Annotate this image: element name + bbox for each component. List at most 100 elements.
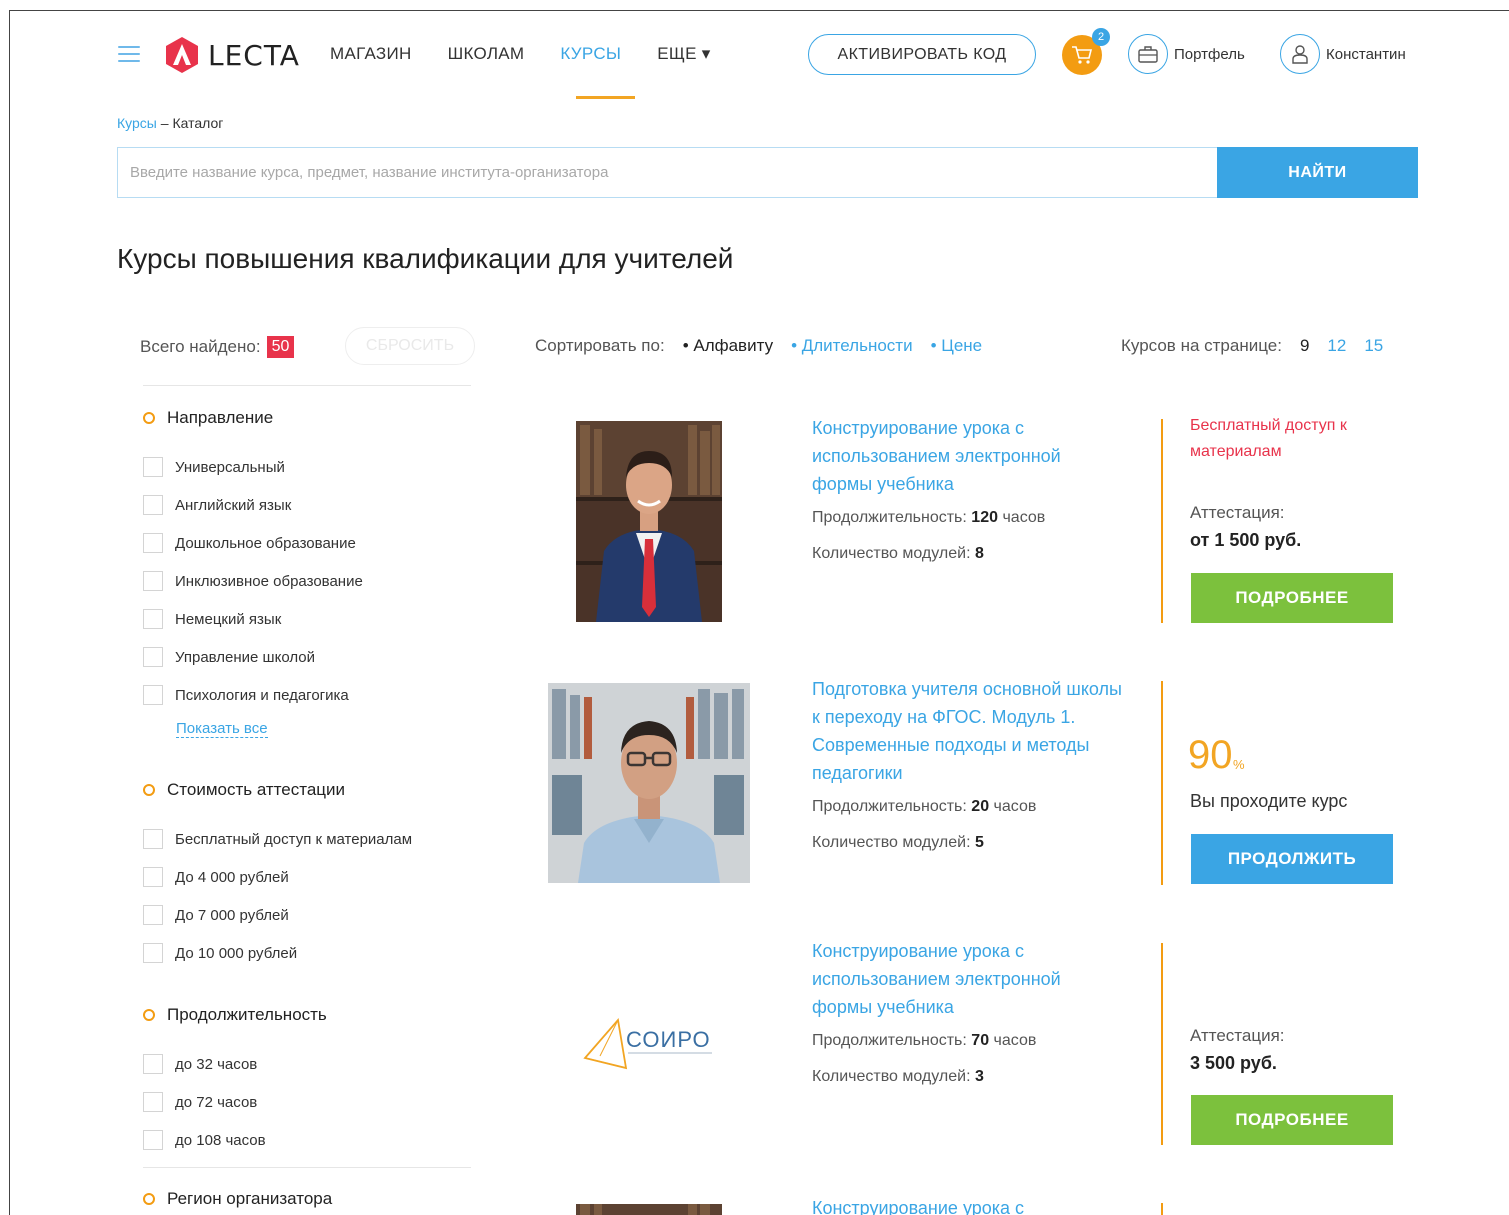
user-name: Константин (1326, 45, 1406, 63)
course-title[interactable]: Конструирование урока с использованием э… (812, 937, 1122, 1021)
checkbox[interactable] (143, 609, 163, 629)
filter-option[interactable]: Универсальный (143, 448, 363, 486)
filter-option[interactable]: Психология и педагогика (143, 676, 363, 714)
checkbox[interactable] (143, 1054, 163, 1074)
per-page-9[interactable]: 9 (1300, 336, 1309, 356)
filter-option-label: до 32 часов (175, 1055, 258, 1073)
duration-label: Продолжительность: (812, 1032, 967, 1049)
lecta-logo-icon (166, 37, 198, 73)
filter-option[interactable]: Дошкольное образование (143, 524, 363, 562)
search-button[interactable]: НАЙТИ (1217, 147, 1418, 198)
filter-direction: Направление Универсальный Английский язы… (143, 408, 363, 738)
activate-code-button[interactable]: АКТИВИРОВАТЬ КОД (808, 34, 1036, 75)
course-modules: Количество модулей: 3 (812, 1068, 984, 1086)
sidebar-divider (143, 385, 471, 386)
show-all-link[interactable]: Показать все (176, 720, 268, 738)
filter-option[interactable]: Английский язык (143, 486, 363, 524)
filter-option[interactable]: До 4 000 рублей (143, 858, 412, 896)
checkbox[interactable] (143, 943, 163, 963)
nav-active-indicator (576, 96, 635, 99)
course-image[interactable] (576, 1203, 722, 1215)
checkbox[interactable] (143, 867, 163, 887)
course-title[interactable]: Конструирование урока с (812, 1194, 1122, 1215)
course-duration: Продолжительность: 120 часов (812, 509, 1045, 527)
breadcrumb-separator: – (156, 115, 173, 131)
sort-duration[interactable]: • Длительности (791, 336, 913, 356)
modules-label: Количество модулей: (812, 545, 971, 562)
per-page-control: Курсов на странице: 9 12 15 (1121, 336, 1383, 356)
breadcrumb: Курсы – Каталог (117, 115, 223, 131)
filter-option[interactable]: Управление школой (143, 638, 363, 676)
filter-option-label: Дошкольное образование (175, 534, 356, 552)
filter-option-label: До 7 000 рублей (175, 906, 289, 924)
filter-option[interactable]: До 7 000 рублей (143, 896, 412, 934)
filter-direction-header: Направление (143, 408, 363, 428)
portfolio-label: Портфель (1174, 45, 1245, 63)
user-menu[interactable]: Константин (1280, 34, 1406, 74)
checkbox[interactable] (143, 1130, 163, 1150)
course-image[interactable] (548, 683, 750, 883)
filter-option[interactable]: до 72 часов (143, 1083, 327, 1121)
course-duration: Продолжительность: 70 часов (812, 1032, 1036, 1050)
attestation-price: от 1 500 руб. (1190, 530, 1302, 550)
checkbox[interactable] (143, 533, 163, 553)
cart-icon (1072, 46, 1093, 64)
card-divider (1161, 943, 1163, 1145)
reset-filters-button[interactable]: СБРОСИТЬ (345, 327, 475, 365)
checkbox[interactable] (143, 905, 163, 925)
checkbox[interactable] (143, 1092, 163, 1112)
course-modules: Количество модулей: 8 (812, 545, 984, 563)
continue-button[interactable]: ПРОДОЛЖИТЬ (1191, 834, 1393, 884)
attestation-price: 3 500 руб. (1190, 1053, 1277, 1073)
menu-icon[interactable] (118, 46, 140, 62)
nav-shop[interactable]: МАГАЗИН (330, 44, 412, 64)
free-access-label: Бесплатный доступ к материалам (1190, 417, 1347, 460)
filter-option[interactable]: до 108 часов (143, 1121, 327, 1159)
course-author-photo (576, 1204, 722, 1215)
per-page-15[interactable]: 15 (1364, 336, 1383, 356)
checkbox[interactable] (143, 685, 163, 705)
filter-option[interactable]: Немецкий язык (143, 600, 363, 638)
logo-text: LECTA (208, 38, 300, 72)
nav-schools[interactable]: ШКОЛАМ (448, 44, 525, 64)
details-button[interactable]: ПОДРОБНЕЕ (1191, 1095, 1393, 1145)
checkbox[interactable] (143, 571, 163, 591)
sort-alphabet[interactable]: • Алфавиту (683, 336, 773, 356)
nav-more[interactable]: ЕЩЕ ▾ (657, 44, 710, 64)
logo[interactable]: LECTA (164, 36, 300, 74)
nav-courses[interactable]: КУРСЫ (560, 44, 621, 64)
course-image[interactable]: СОИРО (580, 1008, 730, 1078)
filter-option[interactable]: Бесплатный доступ к материалам (143, 820, 412, 858)
course-title[interactable]: Конструирование урока с использованием э… (812, 414, 1122, 498)
cart-count-badge: 2 (1092, 28, 1110, 46)
course-image[interactable] (576, 421, 722, 622)
checkbox[interactable] (143, 457, 163, 477)
search-input[interactable] (117, 147, 1217, 198)
duration-label: Продолжительность: (812, 509, 967, 526)
course-author-photo (576, 421, 722, 622)
filter-direction-title: Направление (167, 408, 274, 427)
portfolio-link[interactable]: Портфель (1128, 34, 1245, 74)
filter-option[interactable]: Инклюзивное образование (143, 562, 363, 600)
checkbox[interactable] (143, 495, 163, 515)
main-nav: МАГАЗИН ШКОЛАМ КУРСЫ ЕЩЕ ▾ (330, 44, 747, 64)
filter-option-label: Инклюзивное образование (175, 572, 363, 590)
filter-option[interactable]: До 10 000 рублей (143, 934, 412, 972)
course-title[interactable]: Подготовка учителя основной школы к пере… (812, 675, 1122, 787)
filter-option-label: Бесплатный доступ к материалам (175, 830, 413, 848)
page-title: Курсы повышения квалификации для учителе… (117, 243, 734, 274)
filter-region-title: Регион организатора (167, 1189, 333, 1208)
filter-cost-title: Стоимость аттестации (167, 780, 346, 799)
modules-label: Количество модулей: (812, 834, 971, 851)
checkbox[interactable] (143, 647, 163, 667)
bullet-icon (143, 1009, 155, 1021)
attestation-label: Аттестация: (1190, 503, 1285, 522)
checkbox[interactable] (143, 829, 163, 849)
details-button[interactable]: ПОДРОБНЕЕ (1191, 573, 1393, 623)
per-page-12[interactable]: 12 (1327, 336, 1346, 356)
filter-option-label: до 72 часов (175, 1093, 258, 1111)
course-progress-value: 90 (1188, 733, 1233, 777)
sort-price[interactable]: • Цене (931, 336, 983, 356)
filter-option[interactable]: до 32 часов (143, 1045, 327, 1083)
breadcrumb-courses[interactable]: Курсы (117, 115, 157, 131)
